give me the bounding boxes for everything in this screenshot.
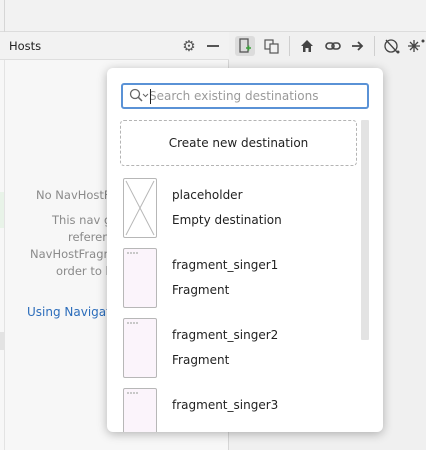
fragment-thumbnail (123, 318, 157, 378)
gear-icon[interactable]: ⚙ (181, 38, 197, 54)
destination-name: fragment_singer1 (172, 258, 279, 272)
arrow-right-icon[interactable] (348, 36, 368, 56)
text-caret (150, 89, 151, 104)
search-input[interactable] (149, 87, 361, 105)
nested-graph-icon[interactable] (262, 36, 282, 56)
fragment-thumbnail (123, 388, 157, 432)
destination-type: Fragment (172, 353, 230, 367)
destination-item[interactable]: fragment_singer1 Fragment (107, 248, 357, 310)
empty-message-line: order to b (56, 264, 113, 278)
destination-name: fragment_singer3 (172, 398, 279, 412)
using-navigation-link[interactable]: Using Navigati (27, 305, 114, 319)
new-destination-icon[interactable] (235, 36, 255, 56)
destination-type: Fragment (172, 283, 230, 297)
placeholder-thumbnail (123, 178, 157, 238)
more-icon[interactable] (406, 36, 426, 56)
fragment-thumbnail (123, 248, 157, 308)
destination-item[interactable]: fragment_singer3 (107, 388, 357, 432)
create-new-destination-button[interactable]: Create new destination (120, 120, 357, 166)
search-icon (129, 88, 149, 104)
left-strip-marker (0, 192, 4, 228)
top-strip (0, 0, 426, 32)
empty-message-line: This nav g (52, 213, 112, 227)
destination-item[interactable]: placeholder Empty destination (107, 178, 357, 240)
hosts-header: Hosts ⚙ (0, 32, 229, 60)
left-side-strip (0, 60, 5, 450)
empty-message-line: referen (68, 230, 110, 244)
link-icon[interactable] (323, 36, 343, 56)
add-destination-popup: Create new destination placeholder Empty… (107, 68, 383, 432)
destination-item[interactable]: fragment_singer2 Fragment (107, 318, 357, 380)
destination-name: placeholder (172, 188, 243, 202)
destination-name: fragment_singer2 (172, 328, 279, 342)
minimize-icon[interactable] (207, 45, 219, 47)
destination-type: Empty destination (172, 213, 282, 227)
toolbar-divider (289, 36, 290, 56)
empty-message-title: No NavHostF (36, 188, 111, 202)
scrollbar[interactable] (361, 120, 369, 340)
left-edge-top (0, 0, 5, 32)
auto-arrange-icon[interactable] (382, 36, 402, 56)
left-strip-marker (0, 332, 4, 350)
home-icon[interactable] (297, 36, 317, 56)
search-box[interactable] (121, 83, 369, 109)
hosts-title: Hosts (9, 39, 42, 53)
empty-message-line: NavHostFragm (30, 247, 115, 261)
toolbar-divider (374, 36, 375, 56)
